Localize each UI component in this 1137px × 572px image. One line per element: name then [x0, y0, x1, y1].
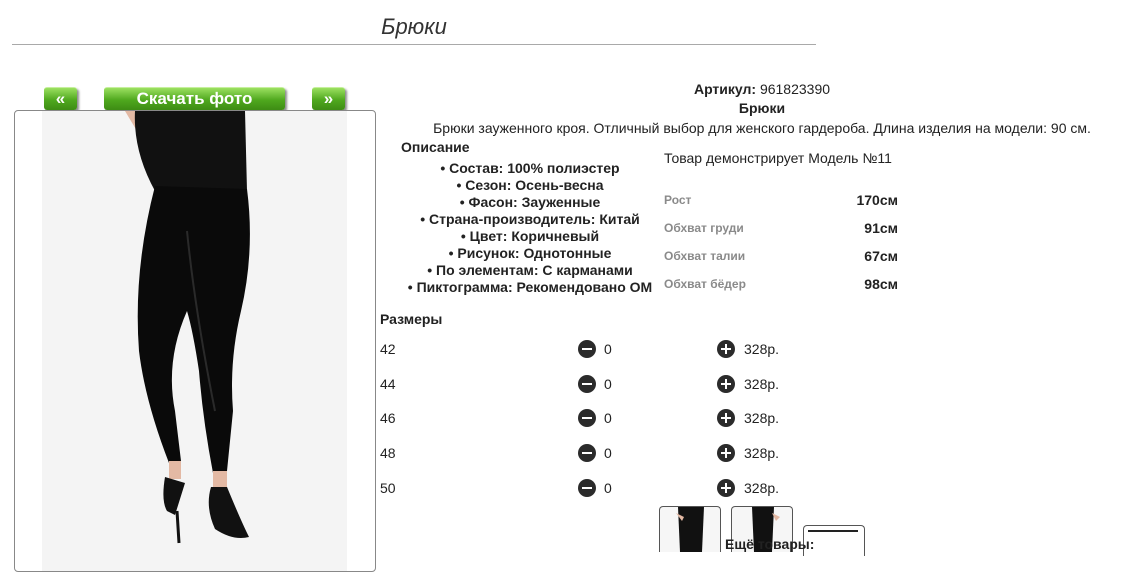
size-row: 50 0 328р.	[380, 478, 860, 498]
measurement-label: Обхват бёдер	[664, 277, 746, 291]
minus-circle-icon[interactable]	[578, 340, 596, 358]
minus-circle-icon[interactable]	[578, 444, 596, 462]
size-value: 44	[380, 376, 396, 392]
measurement-row: Рост 170см	[664, 191, 898, 209]
measurement-value: 170см	[856, 192, 898, 208]
sku-value: 961823390	[759, 81, 831, 97]
page-title: Брюки	[381, 14, 447, 39]
measurement-row: Обхват бёдер 98см	[664, 275, 898, 293]
product-summary: Брюки зауженного кроя. Отличный выбор дл…	[433, 120, 1091, 136]
measurement-value: 91см	[864, 220, 898, 236]
size-value: 50	[380, 480, 396, 496]
plus-circle-icon[interactable]	[717, 444, 735, 462]
plus-circle-icon[interactable]	[717, 479, 735, 497]
next-photo-button[interactable]: »	[312, 87, 345, 110]
size-row: 46 0 328р.	[380, 408, 860, 428]
sku-label: Артикул:	[693, 81, 757, 97]
quantity-value: 0	[604, 410, 612, 426]
measurement-row: Обхват груди 91см	[664, 219, 898, 237]
price-value: 328р.	[744, 376, 780, 392]
minus-circle-icon[interactable]	[578, 409, 596, 427]
size-row: 44 0 328р.	[380, 374, 860, 394]
quantity-value: 0	[604, 445, 612, 461]
feature-item: • Страна-производитель: Китай	[420, 211, 640, 227]
measurement-row: Обхват талии 67см	[664, 247, 898, 265]
size-row: 42 0 328р.	[380, 339, 860, 359]
feature-item: • По элементам: С карманами	[427, 262, 633, 278]
more-products-label: Ещё товары:	[725, 536, 815, 552]
feature-item: • Пиктограмма: Рекомендовано ОМ	[407, 279, 653, 295]
product-photo[interactable]	[14, 110, 376, 572]
plus-circle-icon[interactable]	[717, 409, 735, 427]
feature-item: • Состав: 100% полиэстер	[440, 160, 620, 176]
price-value: 328р.	[744, 480, 780, 496]
feature-list: • Состав: 100% полиэстер • Сезон: Осень-…	[380, 160, 680, 296]
feature-item: • Фасон: Зауженные	[459, 194, 601, 210]
photo-thumbnail[interactable]	[659, 506, 721, 552]
model-info-title: Товар демонстрирует Модель №11	[664, 150, 892, 166]
price-value: 328р.	[744, 445, 780, 461]
size-value: 42	[380, 341, 396, 357]
title-divider	[12, 44, 816, 45]
thumbnail-image	[676, 507, 704, 552]
measurement-label: Обхват груди	[664, 221, 744, 235]
sizes-title: Размеры	[380, 311, 443, 327]
size-value: 46	[380, 410, 396, 426]
quantity-value: 0	[604, 480, 612, 496]
measurement-label: Рост	[664, 193, 692, 207]
minus-circle-icon[interactable]	[578, 375, 596, 393]
measurement-value: 67см	[864, 248, 898, 264]
minus-circle-icon[interactable]	[578, 479, 596, 497]
model-pants-illustration	[125, 111, 250, 544]
price-value: 328р.	[744, 410, 780, 426]
size-value: 48	[380, 445, 396, 461]
price-value: 328р.	[744, 341, 780, 357]
description-title: Описание	[401, 139, 470, 155]
prev-photo-button[interactable]: «	[44, 87, 77, 110]
plus-circle-icon[interactable]	[717, 375, 735, 393]
download-photo-button[interactable]: Скачать фото	[104, 87, 285, 110]
feature-item: • Цвет: Коричневый	[460, 228, 600, 244]
measurement-value: 98см	[864, 276, 898, 292]
plus-circle-icon[interactable]	[717, 340, 735, 358]
sku-line: Артикул: 961823390	[600, 80, 924, 98]
feature-item: • Сезон: Осень-весна	[456, 177, 604, 193]
product-name: Брюки	[738, 100, 786, 116]
quantity-value: 0	[604, 341, 612, 357]
measurement-label: Обхват талии	[664, 249, 746, 263]
quantity-value: 0	[604, 376, 612, 392]
feature-item: • Рисунок: Однотонные	[448, 245, 612, 261]
size-row: 48 0 328р.	[380, 443, 860, 463]
